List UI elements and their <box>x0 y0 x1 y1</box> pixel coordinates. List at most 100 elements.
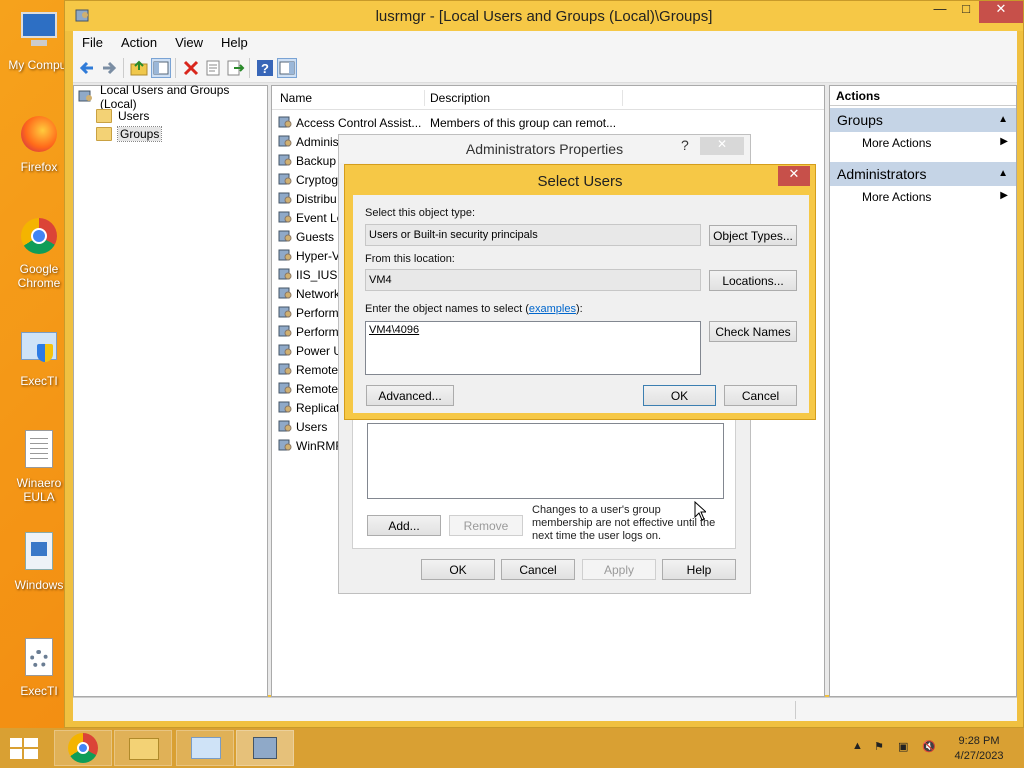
taskbar-execti[interactable] <box>176 730 234 766</box>
collapse-icon[interactable]: ▲ <box>998 168 1008 179</box>
action-pane-icon[interactable] <box>277 58 297 78</box>
tree-item-users[interactable]: Users <box>96 107 149 125</box>
group-name: Users <box>296 419 328 434</box>
apply-button[interactable]: Apply <box>582 559 656 580</box>
table-row[interactable]: Hyper-V <box>278 246 340 265</box>
taskbar-lusrmgr[interactable] <box>236 730 294 766</box>
table-row[interactable]: Backup <box>278 151 336 170</box>
group-name: Perform <box>296 305 339 320</box>
dialog-title[interactable]: Select Users <box>345 173 815 190</box>
table-row[interactable]: Distribu <box>278 189 337 208</box>
network-icon[interactable]: ▣ <box>898 740 908 753</box>
dialog-close-button[interactable]: ✕ <box>700 137 744 155</box>
table-row[interactable]: Cryptog <box>278 170 338 189</box>
table-row[interactable]: Remote <box>278 360 338 379</box>
resolved-name: VM4\4096 <box>369 324 420 336</box>
clock-date: 4/27/2023 <box>954 750 1004 762</box>
status-bar <box>73 697 1017 721</box>
group-icon <box>278 343 293 358</box>
taskbar-chrome[interactable] <box>54 730 112 766</box>
table-row[interactable]: Event Lo <box>278 208 343 227</box>
up-folder-icon[interactable] <box>129 58 149 78</box>
table-row[interactable]: Power U <box>278 341 342 360</box>
delete-icon[interactable] <box>181 58 201 78</box>
add-member-button[interactable]: Add... <box>367 515 441 536</box>
ok-button[interactable]: OK <box>643 385 716 406</box>
minimize-button[interactable]: — <box>927 1 953 23</box>
check-names-button[interactable]: Check Names <box>709 321 797 342</box>
group-icon <box>278 362 293 377</box>
more-actions-groups[interactable]: More Actions ▶ <box>830 132 1016 154</box>
table-row[interactable]: Replicat <box>278 398 339 417</box>
tree-item-label: Groups <box>116 126 163 142</box>
action-item-label: More Actions <box>862 190 932 204</box>
group-icon <box>278 438 293 453</box>
properties-icon[interactable] <box>203 58 223 78</box>
actions-section-groups[interactable]: Groups ▲ <box>830 108 1016 132</box>
help-icon[interactable]: ? <box>255 58 275 78</box>
remove-member-button[interactable]: Remove <box>449 515 523 536</box>
start-button[interactable] <box>10 738 38 760</box>
tree-root[interactable]: Local Users and Groups (Local) <box>78 83 267 111</box>
column-header-name[interactable]: Name <box>280 91 312 105</box>
object-names-input[interactable]: VM4\4096 <box>365 321 701 375</box>
table-row[interactable]: Adminis <box>278 132 339 151</box>
table-row[interactable]: Perform <box>278 303 339 322</box>
location-field: VM4 <box>365 269 701 291</box>
cancel-button[interactable]: Cancel <box>724 385 797 406</box>
group-name: Network <box>296 286 341 301</box>
actions-section-administrators[interactable]: Administrators ▲ <box>830 162 1016 186</box>
action-center-flag-icon[interactable]: ⚑ <box>874 740 884 753</box>
table-row[interactable]: IIS_IUSR <box>278 265 346 284</box>
table-row[interactable]: Guests <box>278 227 334 246</box>
group-icon <box>278 115 293 130</box>
console-tree-icon[interactable] <box>151 58 171 78</box>
more-actions-administrators[interactable]: More Actions ▶ <box>830 186 1016 208</box>
volume-muted-icon[interactable]: 🔇 <box>922 740 936 753</box>
table-row[interactable]: Remote <box>278 379 338 398</box>
dialog-close-button[interactable]: ✕ <box>778 166 810 186</box>
chrome-icon <box>17 214 61 258</box>
taskbar-clock[interactable]: 9:28 PM 4/27/2023 <box>944 734 1014 764</box>
show-hidden-icons-icon[interactable]: ▲ <box>852 740 863 752</box>
menu-view[interactable]: View <box>166 35 212 50</box>
window-title: lusrmgr - [Local Users and Groups (Local… <box>375 8 713 25</box>
tree-item-groups[interactable]: Groups <box>96 125 163 143</box>
ok-button[interactable]: OK <box>421 559 495 580</box>
object-names-label-suffix: ): <box>575 303 583 315</box>
table-row[interactable]: WinRMR <box>278 436 344 455</box>
maximize-button[interactable]: □ <box>953 1 979 23</box>
help-context-button[interactable]: ? <box>681 137 689 153</box>
group-name: Distribu <box>296 191 337 206</box>
collapse-icon[interactable]: ▲ <box>998 114 1008 125</box>
back-icon[interactable] <box>77 58 97 78</box>
taskbar: ▲ ⚑ ▣ 🔇 9:28 PM 4/27/2023 <box>0 728 1024 768</box>
menu-action[interactable]: Action <box>112 35 166 50</box>
list-header: Name Description <box>272 86 824 110</box>
group-name: Hyper-V <box>296 248 341 263</box>
help-button[interactable]: Help <box>662 559 736 580</box>
export-list-icon[interactable] <box>225 58 245 78</box>
table-row[interactable]: Network <box>278 284 340 303</box>
locations-button[interactable]: Locations... <box>709 270 797 291</box>
column-divider[interactable] <box>622 90 623 106</box>
forward-icon[interactable] <box>99 58 119 78</box>
window-titlebar[interactable]: lusrmgr - [Local Users and Groups (Local… <box>65 1 1023 31</box>
close-button[interactable]: ✕ <box>979 1 1023 23</box>
column-header-description[interactable]: Description <box>430 91 490 105</box>
menu-help[interactable]: Help <box>212 35 257 50</box>
actions-section-label: Administrators <box>837 166 927 182</box>
group-name: Power U <box>296 343 343 358</box>
object-types-button[interactable]: Object Types... <box>709 225 797 246</box>
table-row[interactable]: Access Control Assist... Members of this … <box>278 113 616 132</box>
column-divider[interactable] <box>424 90 425 106</box>
advanced-button[interactable]: Advanced... <box>366 385 454 406</box>
cancel-button[interactable]: Cancel <box>501 559 575 580</box>
examples-link[interactable]: examples <box>529 303 576 315</box>
members-list[interactable] <box>367 423 724 499</box>
actions-title: Actions <box>830 86 1016 106</box>
table-row[interactable]: Users <box>278 417 327 436</box>
table-row[interactable]: Perform <box>278 322 339 341</box>
taskbar-file-explorer[interactable] <box>114 730 172 766</box>
menu-file[interactable]: File <box>73 35 112 50</box>
